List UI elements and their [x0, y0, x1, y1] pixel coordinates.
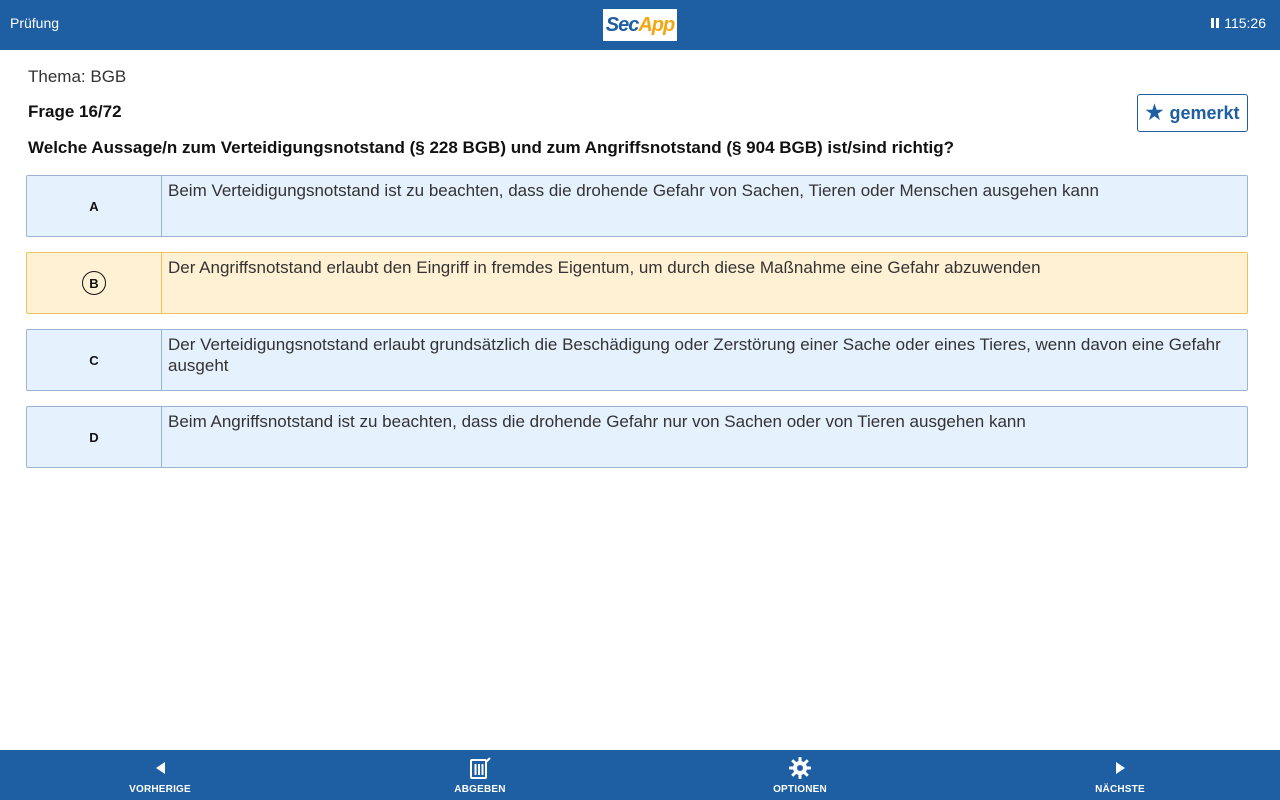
previous-button[interactable]: VORHERIGE [0, 750, 320, 800]
answer-letter: A [89, 198, 99, 214]
secapp-logo: Sec App [603, 9, 677, 41]
chevron-left-icon [155, 756, 165, 780]
answer-text: Der Angriffsnotstand erlaubt den Eingrif… [168, 258, 1041, 277]
answer-letter-cell: B [27, 253, 162, 313]
mark-button[interactable]: ★ gemerkt [1137, 94, 1248, 132]
answer-text: Der Verteidigungsnotstand erlaubt grunds… [168, 335, 1221, 375]
answer-option-d[interactable]: D Beim Angriffsnotstand ist zu beachten,… [26, 406, 1248, 468]
bottom-nav: VORHERIGE ABGEBEN OPTIONEN NÄCHSTE [0, 750, 1280, 800]
answer-letter: C [89, 352, 99, 368]
answer-option-b[interactable]: B Der Angriffsnotstand erlaubt den Eingr… [26, 252, 1248, 314]
chevron-right-icon [1115, 756, 1125, 780]
answer-letter-cell: C [27, 330, 162, 390]
answer-option-a[interactable]: A Beim Verteidigungsnotstand ist zu beac… [26, 175, 1248, 237]
logo-sec: Sec [605, 13, 640, 36]
page-title: Prüfung [10, 15, 60, 31]
top-bar: Prüfung Sec App 115:26 [0, 0, 1280, 50]
submit-icon [468, 756, 492, 780]
answer-letter: B [89, 275, 99, 291]
gear-icon [788, 756, 812, 780]
topic-label: Thema: BGB [28, 67, 127, 86]
logo-app: App [638, 13, 675, 36]
answer-letter-cell: A [27, 176, 162, 236]
star-icon: ★ [1145, 102, 1164, 124]
answer-letter: D [89, 429, 99, 445]
next-label: NÄCHSTE [1095, 784, 1145, 795]
options-label: OPTIONEN [773, 784, 827, 795]
timer: 115:26 [1211, 15, 1266, 31]
next-button[interactable]: NÄCHSTE [960, 750, 1280, 800]
selected-indicator-icon: B [82, 271, 106, 295]
submit-button[interactable]: ABGEBEN [320, 750, 640, 800]
submit-label: ABGEBEN [454, 784, 506, 795]
answer-letter-cell: D [27, 407, 162, 467]
question-number: Frage 16/72 [28, 102, 122, 121]
answer-text: Beim Angriffsnotstand ist zu beachten, d… [168, 412, 1026, 431]
options-button[interactable]: OPTIONEN [640, 750, 960, 800]
pause-icon[interactable] [1211, 18, 1220, 28]
mark-label: gemerkt [1169, 102, 1240, 123]
timer-value: 115:26 [1224, 15, 1266, 31]
answer-option-c[interactable]: C Der Verteidigungsnotstand erlaubt grun… [26, 329, 1248, 391]
previous-label: VORHERIGE [129, 784, 191, 795]
question-text: Welche Aussage/n zum Verteidigungsnotsta… [28, 138, 954, 157]
answer-text: Beim Verteidigungsnotstand ist zu beacht… [168, 181, 1099, 200]
